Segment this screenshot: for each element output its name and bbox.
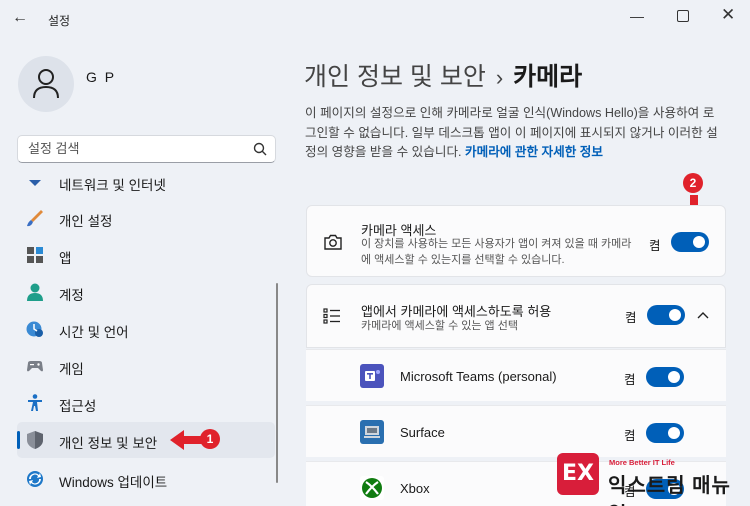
sidebar-item-accounts[interactable]: 계정 — [17, 274, 275, 310]
person-icon — [33, 69, 59, 99]
sidebar-item-label: 개인 정보 및 보안 — [59, 436, 158, 451]
annotation-badge-2: 2 — [683, 173, 703, 193]
camera-access-toggle[interactable] — [671, 232, 709, 252]
search-box[interactable] — [17, 135, 276, 163]
gaming-icon — [27, 361, 43, 372]
annotation-arrow-left — [170, 430, 202, 450]
maximize-button[interactable] — [677, 10, 689, 22]
brush-icon — [27, 210, 43, 227]
app-access-card[interactable]: 앱에서 카메라에 액세스하도록 허용 카메라에 액세스할 수 있는 앱 선택 켬 — [306, 284, 726, 348]
learn-more-link[interactable]: 카메라에 관한 자세한 정보 — [465, 145, 603, 159]
sidebar-item-accessibility[interactable]: 접근성 — [17, 385, 275, 421]
sidebar-item-label: 개인 설정 — [59, 214, 113, 229]
app-access-state: 켬 — [625, 311, 637, 325]
list-icon — [323, 308, 340, 324]
shield-icon — [27, 431, 43, 449]
teams-icon — [360, 364, 384, 388]
breadcrumb: 개인 정보 및 보안 › 카메라 — [304, 57, 582, 93]
sidebar-item-label: 게임 — [59, 362, 84, 377]
apps-icon — [27, 247, 43, 263]
search-icon[interactable] — [253, 142, 267, 156]
sidebar-item-label: 계정 — [59, 288, 84, 303]
app-row-teams: Microsoft Teams (personal) 켬 — [306, 349, 726, 401]
app-name: Microsoft Teams (personal) — [400, 369, 557, 384]
surface-icon — [360, 420, 384, 444]
sidebar-item-windows-update[interactable]: Windows 업데이트 — [17, 461, 275, 492]
camera-access-subtitle: 이 장치를 사용하는 모든 사용자가 앱이 켜져 있을 때 카메라에 액세스할 … — [361, 238, 632, 266]
page-title: 카메라 — [513, 63, 583, 91]
sidebar-item-label: 시간 및 언어 — [59, 325, 129, 340]
sidebar-item-label: 접근성 — [59, 399, 97, 414]
xbox-icon — [360, 476, 384, 500]
time-language-icon — [26, 321, 43, 337]
accessibility-icon — [28, 394, 42, 411]
sidebar-item-apps[interactable]: 앱 — [17, 237, 275, 273]
surface-camera-toggle[interactable] — [646, 423, 684, 443]
close-button[interactable]: ✕ — [721, 5, 735, 25]
network-icon — [29, 180, 41, 186]
sidebar-item-label: Windows 업데이트 — [59, 475, 168, 490]
sidebar-item-gaming[interactable]: 게임 — [17, 348, 275, 384]
minimize-button[interactable]: — — [630, 8, 644, 24]
camera-access-card: 카메라 액세스 이 장치를 사용하는 모든 사용자가 앱이 켜져 있을 때 카메… — [306, 205, 726, 277]
sidebar-item-network[interactable]: 네트워크 및 인터넷 — [17, 172, 275, 200]
sidebar-item-label: 앱 — [59, 251, 72, 266]
app-name: Xbox — [400, 481, 430, 496]
app-title: 설정 — [48, 14, 71, 28]
breadcrumb-parent[interactable]: 개인 정보 및 보안 — [304, 63, 486, 91]
user-name: G P — [86, 69, 117, 85]
teams-camera-toggle[interactable] — [646, 367, 684, 387]
watermark: EX More Better IT Life 익스트림 매뉴얼 — [553, 449, 749, 506]
chevron-up-icon[interactable] — [697, 311, 709, 319]
page-description: 이 페이지의 설정으로 인해 카메라로 얼굴 인식(Windows Hello)… — [305, 104, 725, 163]
sidebar-nav: 네트워크 및 인터넷 개인 설정 앱 계정 시간 및 언어 게임 접근성 개인 … — [17, 172, 275, 492]
update-icon — [27, 471, 43, 487]
title-bar: ← 설정 — ✕ — [0, 0, 750, 36]
app-access-subtitle: 카메라에 액세스할 수 있는 앱 선택 — [361, 320, 518, 332]
avatar[interactable] — [18, 56, 74, 112]
sidebar-item-time-language[interactable]: 시간 및 언어 — [17, 311, 275, 347]
watermark-name: 익스트림 매뉴얼 — [608, 475, 731, 506]
app-toggle-state: 켬 — [624, 373, 636, 387]
annotation-badge-1: 1 — [200, 429, 220, 449]
camera-access-state: 켬 — [649, 239, 661, 253]
app-toggle-state: 켬 — [624, 429, 636, 443]
sidebar-item-label: 네트워크 및 인터넷 — [59, 178, 166, 193]
watermark-tagline: More Better IT Life — [609, 458, 675, 467]
sidebar-item-privacy-security[interactable]: 개인 정보 및 보안 — [17, 422, 275, 458]
breadcrumb-separator: › — [495, 65, 504, 90]
app-access-toggle[interactable] — [647, 305, 685, 325]
sidebar-item-personalization[interactable]: 개인 설정 — [17, 200, 275, 236]
search-input[interactable] — [28, 141, 248, 156]
accounts-icon — [27, 283, 43, 301]
watermark-logo: EX — [557, 453, 599, 495]
camera-icon — [324, 234, 342, 250]
app-name: Surface — [400, 425, 445, 440]
back-button[interactable]: ← — [12, 9, 32, 29]
sidebar-scrollbar[interactable] — [276, 283, 278, 483]
